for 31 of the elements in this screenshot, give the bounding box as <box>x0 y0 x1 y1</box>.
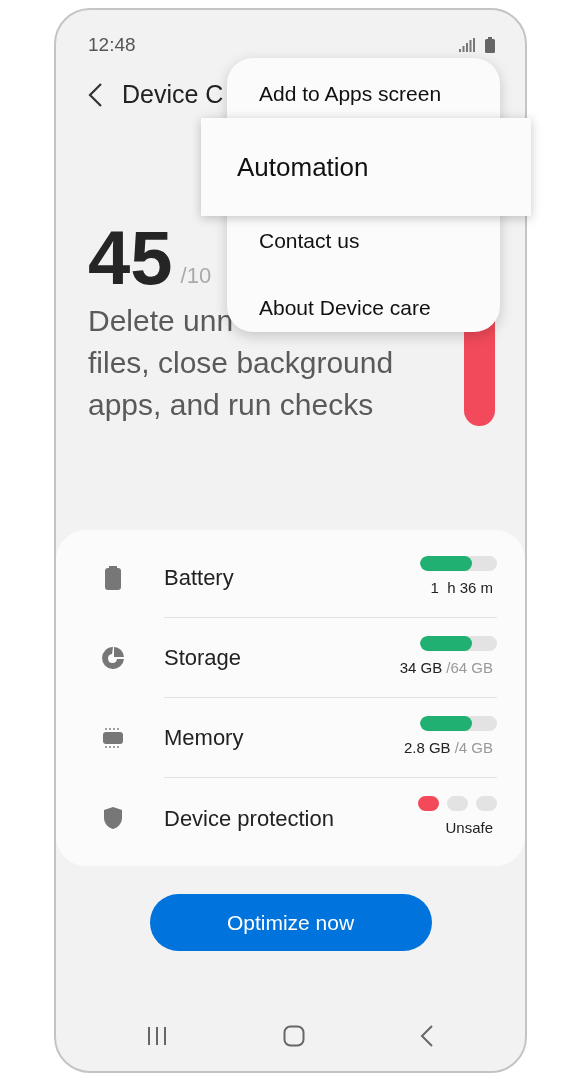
menu-item[interactable]: Contact us <box>227 216 500 276</box>
battery-icon <box>485 37 495 53</box>
back-icon[interactable] <box>86 82 104 108</box>
back-icon[interactable] <box>419 1025 435 1047</box>
menu-item[interactable]: Automation <box>201 118 531 216</box>
menu-item[interactable]: Add to Apps screen <box>227 58 500 118</box>
optimize-button[interactable]: Optimize now <box>149 894 432 951</box>
item-label: Memory <box>164 724 245 752</box>
score-max: /10 <box>180 262 212 290</box>
description-line: files, close background <box>88 345 394 381</box>
item-total: /64 GB <box>446 657 493 678</box>
home-icon[interactable] <box>282 1025 305 1047</box>
recent-apps-icon[interactable] <box>146 1026 168 1046</box>
item-value: 2.8 GB <box>403 737 451 758</box>
item-value: 34 GB <box>399 657 443 678</box>
item-value: 1 h 36 m <box>430 577 493 598</box>
page-title: Device C <box>122 79 224 111</box>
item-value: Unsafe <box>445 818 493 839</box>
battery-icon <box>103 566 123 590</box>
score-value: 45 <box>88 218 173 298</box>
description-line: apps, and run checks <box>88 387 374 423</box>
pie-chart-icon <box>101 646 125 670</box>
shield-icon <box>103 806 123 830</box>
item-total: /4 GB <box>454 737 493 758</box>
item-label: Device protection <box>164 804 335 833</box>
signal-icon <box>459 38 475 52</box>
memory-chip-icon <box>102 726 124 750</box>
status-time: 12:48 <box>88 32 136 57</box>
item-label: Storage <box>164 644 243 672</box>
item-label: Battery <box>164 564 235 592</box>
description-line: Delete unn <box>88 303 234 339</box>
